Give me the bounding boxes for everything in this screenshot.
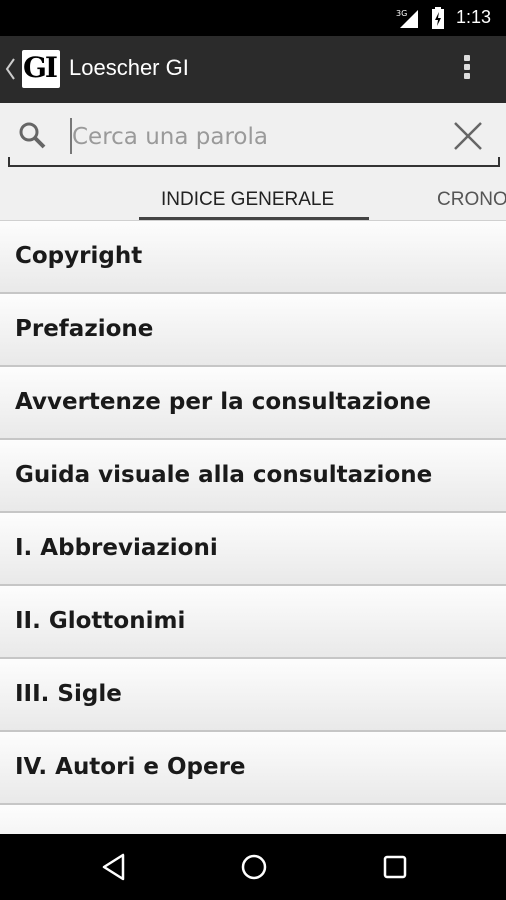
list-item-label: Avvertenze per la consultazione	[15, 389, 432, 415]
list-item-label: II. Glottonimi	[15, 608, 186, 634]
list-item-prefazione[interactable]: Prefazione	[0, 294, 506, 367]
list-item-label: IV. Autori e Opere	[15, 754, 246, 780]
logo-text: GI	[23, 51, 58, 84]
list-item-partial[interactable]	[0, 805, 506, 834]
list-item-autori-opere[interactable]: IV. Autori e Opere	[0, 732, 506, 805]
list-item-label: Copyright	[15, 243, 143, 269]
list-item-label: Guida visuale alla consultazione	[15, 462, 433, 488]
list-item-abbreviazioni[interactable]: I. Abbreviazioni	[0, 513, 506, 586]
signal-3g-icon: 3G	[396, 9, 418, 28]
list-item-label: Prefazione	[15, 316, 154, 342]
list-item-copyright[interactable]: Copyright	[0, 221, 506, 294]
tab-indice-generale[interactable]: INDICE GENERALE	[161, 189, 334, 211]
status-bar: 3G 1:13	[0, 0, 506, 36]
back-chevron-icon[interactable]	[4, 57, 16, 81]
svg-text:3G: 3G	[396, 9, 407, 18]
tab-strip: INDICE GENERALE CRONOLOGIA	[0, 173, 506, 221]
tab-cronologia[interactable]: CRONOLOGIA	[437, 189, 506, 211]
clear-icon[interactable]	[452, 120, 484, 152]
navigation-bar	[0, 834, 506, 900]
tab-indicator	[139, 217, 369, 220]
back-icon[interactable]	[99, 852, 129, 882]
list-item-glottonimi[interactable]: II. Glottonimi	[0, 586, 506, 659]
app-logo[interactable]: GI	[22, 50, 60, 88]
action-bar: GI Loescher GI	[0, 36, 506, 103]
clock: 1:13	[456, 7, 492, 27]
recents-icon[interactable]	[380, 852, 410, 882]
search-bar	[0, 103, 506, 173]
overflow-menu-icon[interactable]	[460, 55, 474, 85]
search-input[interactable]	[72, 117, 442, 157]
list-item-label: I. Abbreviazioni	[15, 535, 218, 561]
list-item-sigle[interactable]: III. Sigle	[0, 659, 506, 732]
home-icon[interactable]	[239, 852, 269, 882]
list-item-avvertenze[interactable]: Avvertenze per la consultazione	[0, 367, 506, 440]
list-item-label: III. Sigle	[15, 681, 122, 707]
list-item-guida-visuale[interactable]: Guida visuale alla consultazione	[0, 440, 506, 513]
app-title: Loescher GI	[69, 55, 189, 80]
index-list: Copyright Prefazione Avvertenze per la c…	[0, 221, 506, 834]
battery-icon	[432, 7, 444, 29]
